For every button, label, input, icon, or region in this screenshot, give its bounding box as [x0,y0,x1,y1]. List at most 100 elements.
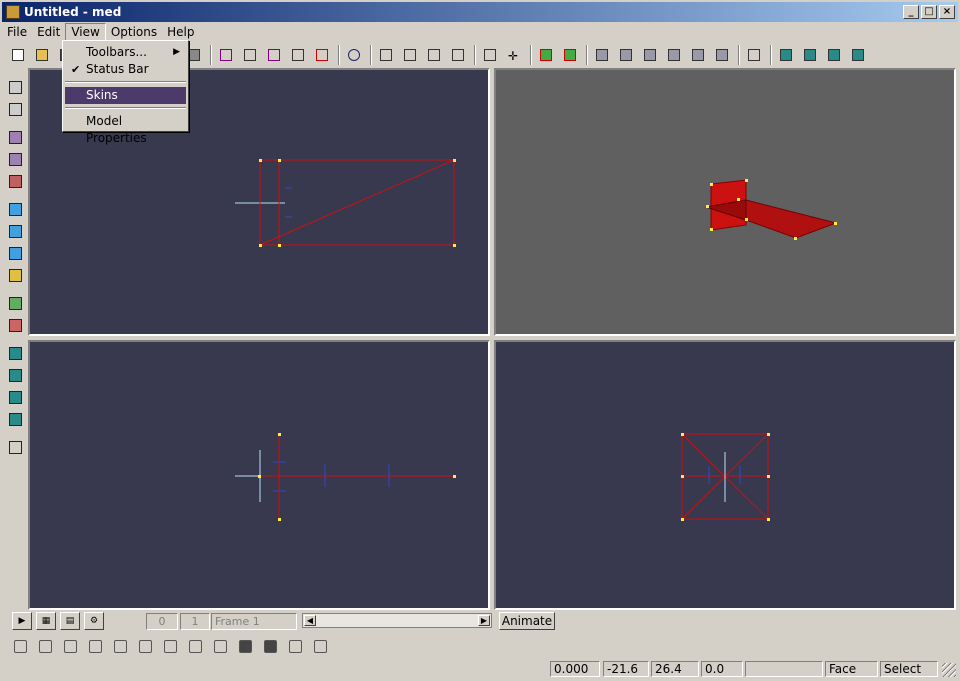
pan-view-icon[interactable] [376,45,396,65]
frame-start-field[interactable]: 0 [146,613,178,630]
viewport-top[interactable] [28,340,490,610]
delete-face-icon[interactable] [6,222,24,240]
layout-split-icon[interactable] [6,366,24,384]
measure-icon[interactable] [285,636,305,656]
flip-icon[interactable] [712,45,732,65]
properties-icon[interactable] [310,636,330,656]
minimize-button[interactable]: _ [903,5,919,19]
grid-toggle-icon[interactable] [135,636,155,656]
rotate-view-icon[interactable] [344,45,364,65]
status-tool: Select [880,661,938,677]
zoom-icon[interactable] [400,45,420,65]
submenu-arrow-icon: ▶ [173,47,180,57]
scale-select-icon[interactable] [288,45,308,65]
app-window: Untitled - med _ □ × File Edit View Opti… [0,0,960,681]
viewport-side[interactable] [494,340,956,610]
view-3d-icon[interactable] [848,45,868,65]
fit-icon[interactable] [480,45,500,65]
copy-icon[interactable] [6,294,24,312]
frame-step-icon[interactable]: ▤ [60,612,80,630]
extrude-icon[interactable] [6,244,24,262]
link-icon[interactable] [260,636,280,656]
box-select-icon[interactable] [216,45,236,65]
view-menu-dropdown: Toolbars... ▶ ✔ Status Bar Skins Model Pro… [62,40,189,145]
joint-icon[interactable] [235,636,255,656]
slider-right-arrow[interactable]: ▶ [478,615,490,626]
grid-icon[interactable] [616,45,636,65]
vertices-icon[interactable] [85,636,105,656]
rotate-select-icon[interactable] [264,45,284,65]
center-icon[interactable] [10,636,30,656]
zoom-all-icon[interactable] [448,45,468,65]
select-all-icon[interactable] [6,78,24,96]
open-icon[interactable] [32,45,52,65]
viewport-perspective[interactable] [494,68,956,336]
checkmark-icon: ✔ [71,63,81,76]
title-bar[interactable]: Untitled - med _ □ × [2,2,958,22]
menu-item-model-properties[interactable]: Model Properties [65,113,186,145]
layout-three-icon[interactable] [6,410,24,428]
vertex-tool-icon[interactable] [536,45,556,65]
paste-icon[interactable] [6,316,24,334]
layout-single-icon[interactable] [6,344,24,362]
perspective-view-mesh [705,179,838,240]
frame-name-field[interactable]: Frame 1 [211,613,297,630]
paint-icon[interactable] [6,266,24,284]
add-face-icon[interactable] [6,150,24,168]
slider-left-arrow[interactable]: ◀ [304,615,316,626]
texture-icon[interactable] [185,636,205,656]
group-icon[interactable] [35,636,55,656]
select-none-icon[interactable] [6,100,24,118]
delete-vertex-icon[interactable] [6,200,24,218]
weld-icon[interactable] [592,45,612,65]
menu-item-status-bar[interactable]: ✔ Status Bar [65,61,186,78]
snap-icon[interactable] [640,45,660,65]
menu-view[interactable]: View [65,23,106,41]
menu-file[interactable]: File [2,23,32,41]
left-toolbar [4,70,26,460]
play-icon[interactable]: ▶ [12,612,32,630]
status-bar-label: Status Bar [86,62,149,76]
animation-settings-icon[interactable]: ⚙ [84,612,104,630]
new-icon[interactable] [8,45,28,65]
layout-grid-icon[interactable] [6,438,24,456]
frame-current-field[interactable]: 1 [180,613,210,630]
shade-icon[interactable] [210,636,230,656]
window-title: Untitled - med [24,5,122,19]
menu-help[interactable]: Help [162,23,199,41]
layout-quad-icon[interactable] [6,388,24,406]
frames-icon[interactable]: ▦ [36,612,56,630]
animation-bar: ▶ ▦ ▤ ⚙ 0 1 Frame 1 ◀ ▶ Animate [2,610,958,632]
app-icon [6,5,20,19]
wireframe-icon[interactable] [160,636,180,656]
triangle-icon[interactable] [688,45,708,65]
menu-options[interactable]: Options [106,23,162,41]
normals-icon[interactable] [60,636,80,656]
view-front-icon[interactable] [776,45,796,65]
status-blank [745,661,823,677]
menu-item-toolbars[interactable]: Toolbars... ▶ [65,44,186,61]
close-button[interactable]: × [939,5,955,19]
face-tool-icon[interactable] [560,45,580,65]
model-properties-label: Model Properties [86,114,147,145]
menu-edit[interactable]: Edit [32,23,65,41]
frame-slider[interactable]: ◀ ▶ [302,613,492,628]
move-select-icon[interactable] [240,45,260,65]
add-primitive-icon[interactable] [6,172,24,190]
status-w: 0.0 [701,661,743,677]
view-top-icon[interactable] [824,45,844,65]
menu-item-skins[interactable]: Skins [65,87,186,104]
bones-icon[interactable] [110,636,130,656]
zoom-region-icon[interactable] [424,45,444,65]
side-view-mesh [681,433,770,521]
resize-grip[interactable] [942,663,956,677]
animate-button[interactable]: Animate [499,612,555,630]
bottom-toolbar [2,634,958,658]
move-icon[interactable]: ✛ [504,45,524,65]
add-vertex-icon[interactable] [6,128,24,146]
maximize-button[interactable]: □ [921,5,937,19]
quad-icon[interactable] [744,45,764,65]
mirror-select-icon[interactable] [312,45,332,65]
view-side-icon[interactable] [800,45,820,65]
mirror-icon[interactable] [664,45,684,65]
